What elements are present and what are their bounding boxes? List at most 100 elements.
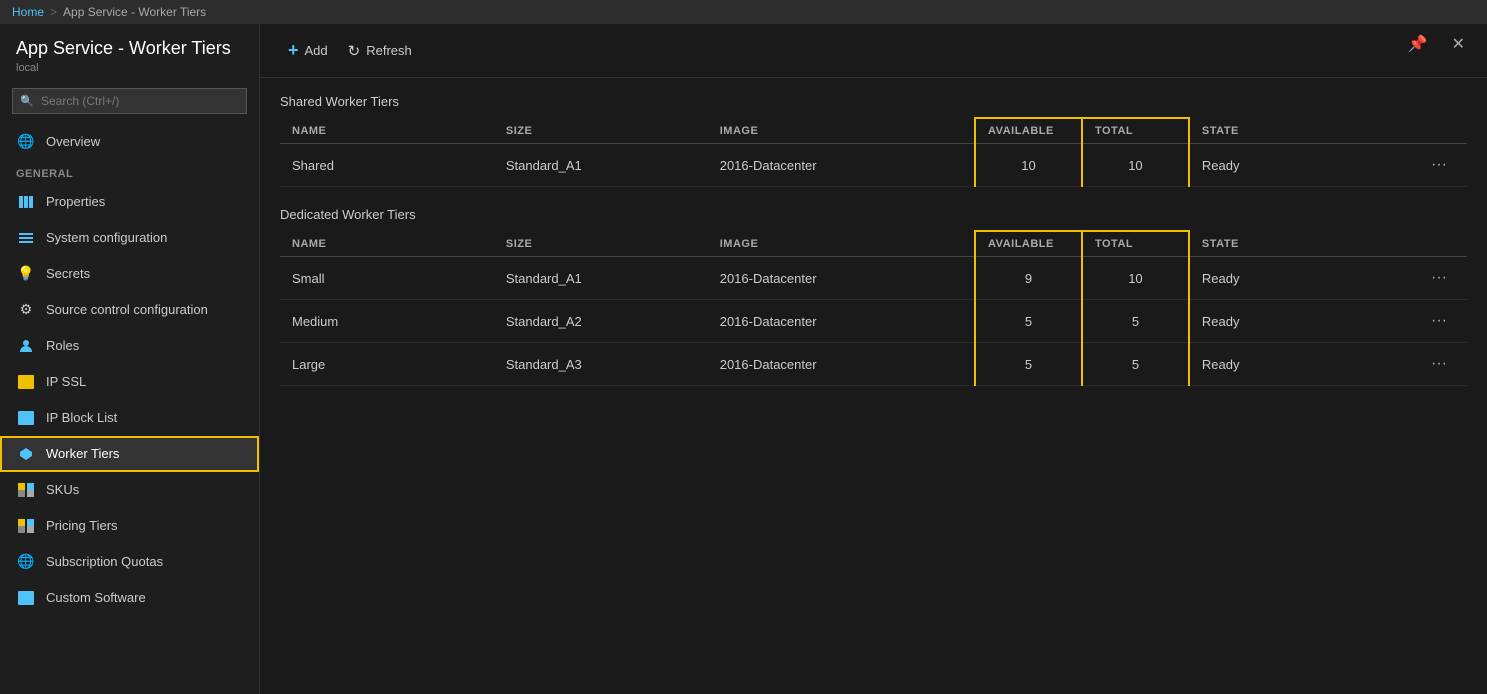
sidebar-item-skus[interactable]: SKUs [0, 472, 259, 508]
large-state: Ready [1189, 343, 1403, 386]
sidebar-item-roles[interactable]: Roles [0, 328, 259, 364]
sidebar-item-system-config[interactable]: System configuration [0, 220, 259, 256]
add-button[interactable]: + Add [280, 36, 336, 65]
refresh-button[interactable]: ↻ Refresh [340, 38, 420, 64]
search-icon: 🔍 [20, 94, 34, 107]
shared-table-wrapper: NAME SIZE IMAGE AVAILABLE TOTAL STATE Sh… [280, 117, 1467, 187]
table-row: Large Standard_A3 2016-Datacenter 5 5 Re… [280, 343, 1467, 386]
sidebar-item-source-control-label: Source control configuration [46, 302, 208, 317]
table-row: Medium Standard_A2 2016-Datacenter 5 5 R… [280, 300, 1467, 343]
small-state: Ready [1189, 257, 1403, 300]
col-header-size-ded: SIZE [494, 231, 708, 257]
shared-state: Ready [1189, 144, 1403, 187]
sidebar-item-secrets-label: Secrets [46, 266, 90, 281]
system-config-icon [16, 228, 36, 248]
dedicated-table-wrapper: NAME SIZE IMAGE AVAILABLE TOTAL STATE Sm… [280, 230, 1467, 386]
small-size: Standard_A1 [494, 257, 708, 300]
dedicated-worker-tiers-table: NAME SIZE IMAGE AVAILABLE TOTAL STATE Sm… [280, 230, 1467, 386]
pin-button[interactable]: 📌 [1402, 32, 1434, 56]
breadcrumb-sep1: > [50, 5, 57, 19]
sidebar-item-overview-label: Overview [46, 134, 100, 149]
sidebar: App Service - Worker Tiers local 🔍 🌐 Ove… [0, 24, 260, 694]
sidebar-item-worker-tiers[interactable]: Worker Tiers [0, 436, 259, 472]
shared-actions: ··· [1403, 144, 1467, 187]
breadcrumb-current: App Service - Worker Tiers [63, 5, 206, 19]
sidebar-item-ip-ssl[interactable]: IP SSL [0, 364, 259, 400]
sidebar-item-ip-block-list[interactable]: IP Block List [0, 400, 259, 436]
refresh-label: Refresh [366, 43, 412, 58]
ip-block-list-icon [16, 408, 36, 428]
sidebar-item-ip-ssl-label: IP SSL [46, 374, 86, 389]
shared-tiers-heading: Shared Worker Tiers [280, 94, 1467, 109]
sidebar-item-source-control[interactable]: ⚙ Source control configuration [0, 292, 259, 328]
shared-worker-tiers-table: NAME SIZE IMAGE AVAILABLE TOTAL STATE Sh… [280, 117, 1467, 187]
medium-state: Ready [1189, 300, 1403, 343]
sidebar-title: App Service - Worker Tiers [16, 38, 243, 60]
col-header-state-ded: STATE [1189, 231, 1403, 257]
sidebar-item-subscription-quotas-label: Subscription Quotas [46, 554, 163, 569]
small-actions: ··· [1403, 257, 1467, 300]
sidebar-item-skus-label: SKUs [46, 482, 79, 497]
sidebar-item-system-config-label: System configuration [46, 230, 167, 245]
shared-more-button[interactable]: ··· [1423, 154, 1455, 176]
sidebar-item-custom-software-label: Custom Software [46, 590, 146, 605]
medium-size: Standard_A2 [494, 300, 708, 343]
small-image: 2016-Datacenter [708, 257, 975, 300]
col-header-total-shared: TOTAL [1082, 118, 1189, 144]
add-icon: + [288, 40, 299, 61]
medium-name: Medium [280, 300, 494, 343]
small-available: 9 [975, 257, 1082, 300]
large-actions: ··· [1403, 343, 1467, 386]
col-header-available-ded: AVAILABLE [975, 231, 1082, 257]
large-available: 5 [975, 343, 1082, 386]
search-input[interactable] [12, 88, 247, 114]
col-header-state-shared: STATE [1189, 118, 1403, 144]
dedicated-tiers-heading: Dedicated Worker Tiers [280, 207, 1467, 222]
shared-size: Standard_A1 [494, 144, 708, 187]
toolbar: + Add ↻ Refresh [260, 24, 1487, 78]
overview-icon: 🌐 [16, 132, 36, 152]
sidebar-item-custom-software[interactable]: Custom Software [0, 580, 259, 616]
sidebar-item-roles-label: Roles [46, 338, 79, 353]
medium-actions: ··· [1403, 300, 1467, 343]
breadcrumb-home[interactable]: Home [12, 5, 44, 19]
custom-software-icon [16, 588, 36, 608]
shared-available: 10 [975, 144, 1082, 187]
small-name: Small [280, 257, 494, 300]
sidebar-item-overview[interactable]: 🌐 Overview [0, 124, 259, 160]
shared-total: 10 [1082, 144, 1189, 187]
table-row: Small Standard_A1 2016-Datacenter 9 10 R… [280, 257, 1467, 300]
large-more-button[interactable]: ··· [1423, 353, 1455, 375]
sidebar-item-worker-tiers-label: Worker Tiers [46, 446, 119, 461]
worker-tiers-icon [16, 444, 36, 464]
sidebar-item-properties[interactable]: Properties [0, 184, 259, 220]
col-header-size-shared: SIZE [494, 118, 708, 144]
large-image: 2016-Datacenter [708, 343, 975, 386]
medium-total: 5 [1082, 300, 1189, 343]
breadcrumb-bar: Home > App Service - Worker Tiers [0, 0, 1487, 24]
large-total: 5 [1082, 343, 1189, 386]
col-header-actions-shared [1403, 118, 1467, 144]
col-header-name-ded: NAME [280, 231, 494, 257]
small-more-button[interactable]: ··· [1423, 267, 1455, 289]
small-total: 10 [1082, 257, 1189, 300]
shared-name: Shared [280, 144, 494, 187]
sidebar-item-pricing-tiers[interactable]: Pricing Tiers [0, 508, 259, 544]
search-box[interactable]: 🔍 [12, 88, 247, 114]
medium-available: 5 [975, 300, 1082, 343]
medium-more-button[interactable]: ··· [1423, 310, 1455, 332]
sidebar-item-pricing-tiers-label: Pricing Tiers [46, 518, 118, 533]
sidebar-item-properties-label: Properties [46, 194, 105, 209]
ip-ssl-icon [16, 372, 36, 392]
table-area: Shared Worker Tiers NAME SIZE IMAGE AVAI… [260, 78, 1487, 422]
close-button[interactable]: ✕ [1446, 32, 1471, 56]
col-header-image-ded: IMAGE [708, 231, 975, 257]
col-header-image-shared: IMAGE [708, 118, 975, 144]
large-name: Large [280, 343, 494, 386]
sidebar-item-subscription-quotas[interactable]: 🌐 Subscription Quotas [0, 544, 259, 580]
col-header-total-ded: TOTAL [1082, 231, 1189, 257]
medium-image: 2016-Datacenter [708, 300, 975, 343]
sidebar-item-secrets[interactable]: 💡 Secrets [0, 256, 259, 292]
col-header-name-shared: NAME [280, 118, 494, 144]
subscription-quotas-icon: 🌐 [16, 552, 36, 572]
